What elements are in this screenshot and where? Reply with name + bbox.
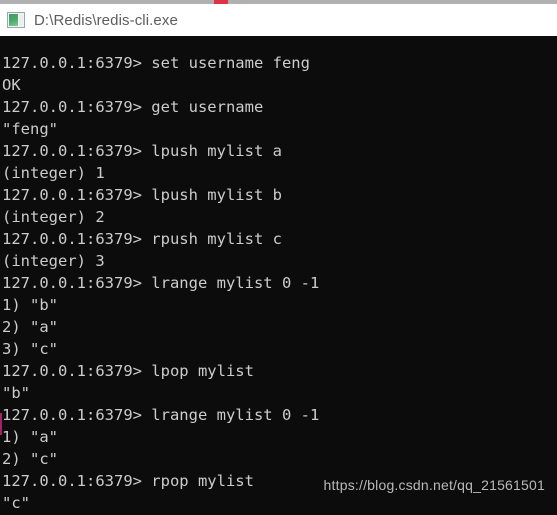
window-title: D:\Redis\redis-cli.exe bbox=[34, 11, 178, 29]
console-app-icon bbox=[7, 12, 25, 28]
terminal-output-area[interactable]: 127.0.0.1:6379> set username feng OK 127… bbox=[0, 36, 557, 515]
console-app-icon-right bbox=[18, 14, 23, 26]
watermark-url: https://blog.csdn.net/qq_21561501 bbox=[323, 477, 545, 493]
console-app-icon-left bbox=[9, 14, 18, 26]
console-window: D:\Redis\redis-cli.exe 127.0.0.1:6379> s… bbox=[0, 0, 557, 515]
terminal-text: 127.0.0.1:6379> set username feng OK 127… bbox=[2, 53, 320, 512]
title-bar[interactable]: D:\Redis\redis-cli.exe bbox=[0, 4, 557, 36]
